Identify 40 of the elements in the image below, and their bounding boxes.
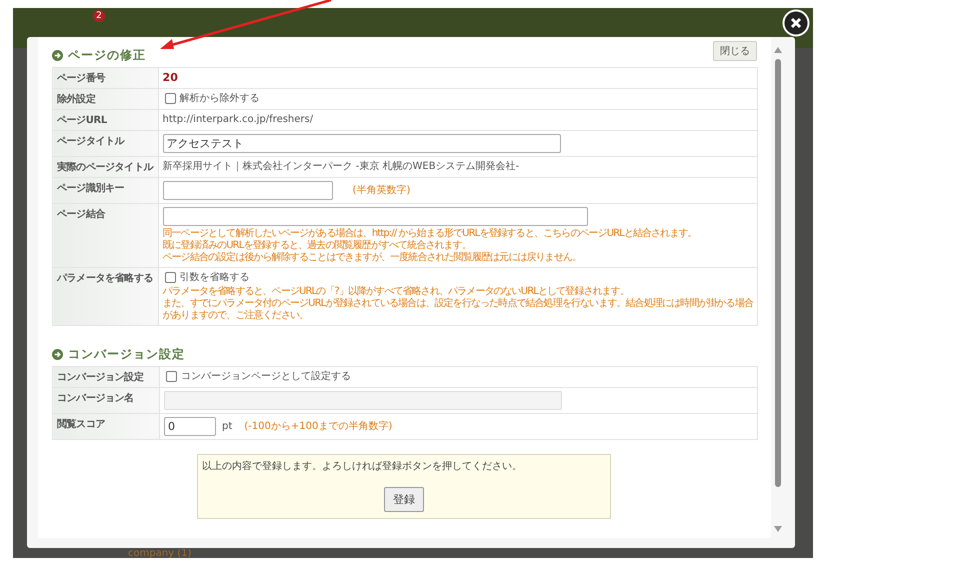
- field-label: ページタイトル: [52, 130, 158, 156]
- page-number: 20: [162, 71, 178, 84]
- input-field[interactable]: [162, 207, 588, 226]
- checkbox[interactable]: [164, 272, 176, 283]
- value-text: http://interpark.co.jp/freshers/: [162, 114, 314, 125]
- field-label: コンバージョン設定: [52, 366, 160, 388]
- checkbox-label: 引数を省略する: [180, 271, 250, 284]
- field-label: ページ番号: [52, 68, 158, 88]
- confirm-message: 以上の内容で登録します。よろしければ登録ボタンを押してください。: [202, 460, 522, 473]
- section-title: ページの修正: [52, 47, 146, 64]
- arrow-circle-icon: [52, 349, 63, 360]
- note-text: パラメータを省略すると、ページURLの「?」以降がすべて省略され、パラメータのないURLとして登録されます。: [162, 286, 629, 298]
- input-field[interactable]: アクセステスト: [162, 134, 561, 153]
- close-button[interactable]: 閉じる: [713, 41, 757, 61]
- field-label: ページ識別キー: [52, 178, 158, 204]
- note-text: がありますので、ご注意ください。: [162, 310, 308, 322]
- note-text: 既に登録済みのURLを登録すると、過去の閲覧履歴がすべて統合されます。: [162, 240, 471, 252]
- field-label: コンバージョン名: [52, 388, 160, 414]
- input-field[interactable]: 0: [164, 417, 216, 436]
- note-text: また、すでにパラメータ付のページURLが登録されている場合は、設定を行なった時点で結合処理を行ないます。結合処理には時間が掛かる場合: [162, 298, 753, 310]
- value-text: 新卒採用サイト｜株式会社インターパーク -東京 札幌のWEBシステム開発会社-: [162, 161, 520, 172]
- field-label: 除外設定: [52, 88, 158, 110]
- checkbox-label: コンバージョンページとして設定する: [181, 370, 351, 383]
- note-text: ページ結合の設定は後から解除することはできますが、一度統合された閲覧履歴は元には戻りません。: [162, 252, 582, 264]
- register-button[interactable]: 登録: [384, 487, 424, 512]
- field-label: 実際のページタイトル: [52, 156, 158, 178]
- checkbox[interactable]: [166, 371, 177, 382]
- field-label: 閲覧スコア: [52, 414, 160, 440]
- hint-text: (-100から+100までの半角数字): [244, 420, 392, 433]
- checkbox[interactable]: [164, 93, 176, 104]
- field-label: パラメータを省略する: [52, 268, 158, 326]
- field-label: ページURL: [52, 110, 158, 130]
- checkbox-label: 解析から除外する: [180, 92, 260, 105]
- note-text: 同一ページとして解析したいページがある場合は、http:// から始まる形でURLを登録すると、こちらのページURLと結合されます。: [162, 228, 697, 240]
- arrow-circle-icon: [52, 50, 63, 61]
- field-label: ページ結合: [52, 204, 158, 268]
- hint-text: (半角英数字): [352, 184, 410, 197]
- section-title: コンバージョン設定: [52, 346, 185, 363]
- unit-text: pt: [222, 420, 232, 433]
- input-field[interactable]: [162, 181, 333, 200]
